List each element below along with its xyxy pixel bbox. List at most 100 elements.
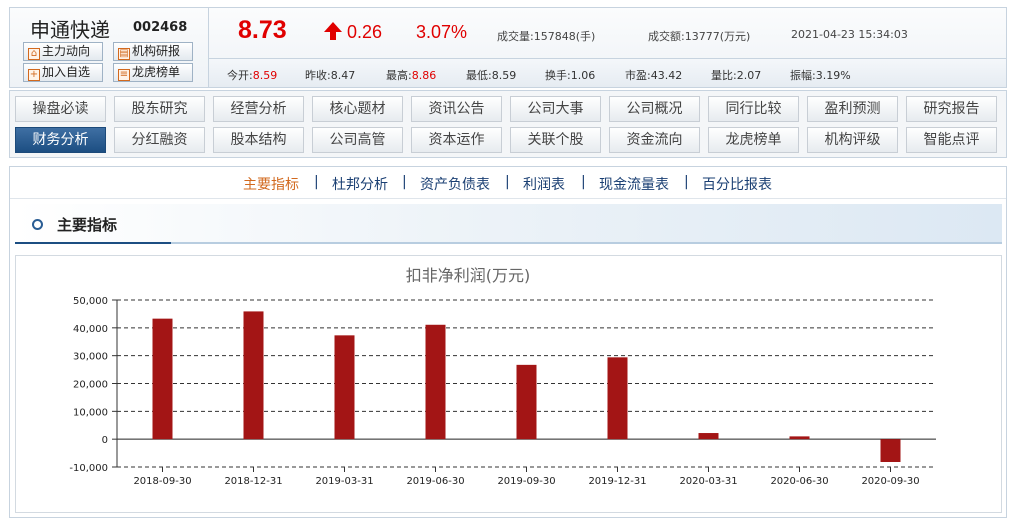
nav-item[interactable]: 经营分析 — [213, 96, 304, 122]
stat-high-label: 最高: — [386, 69, 412, 82]
subtab-cash-flow[interactable]: 现金流量表 — [599, 174, 669, 194]
section-underline — [15, 242, 171, 244]
subtab-separator: | — [581, 174, 586, 190]
circle-bullet-icon — [32, 219, 43, 230]
chart-bar — [789, 436, 810, 440]
nav-item[interactable]: 资讯公告 — [411, 96, 502, 122]
x-tick-label: 2018-12-31 — [224, 476, 282, 487]
subtab-separator: | — [505, 174, 510, 190]
subtab-separator: | — [684, 174, 689, 190]
chart-title: 扣非净利润(万元) — [406, 266, 531, 285]
price-change-percent: 3.07% — [416, 22, 468, 42]
chart-bar — [334, 335, 355, 440]
stock-name: 申通快递 — [30, 18, 110, 42]
chart-bar — [698, 433, 719, 440]
nav-item[interactable]: 同行比较 — [708, 96, 799, 122]
nav-item[interactable]: 关联个股 — [510, 127, 601, 153]
chart-bar — [152, 318, 173, 440]
subtab-balance-sheet[interactable]: 资产负债表 — [420, 174, 490, 194]
x-tick-label: 2019-09-30 — [497, 476, 555, 487]
subtab-separator: | — [402, 174, 407, 190]
nav-item[interactable]: 机构评级 — [807, 127, 898, 153]
nav-item[interactable]: 公司高管 — [312, 127, 403, 153]
chart-bar — [607, 357, 628, 440]
nav-item[interactable]: 龙虎榜单 — [708, 127, 799, 153]
volume-value: 157848(手) — [533, 30, 596, 43]
up-arrow-icon — [324, 22, 342, 40]
nav-item[interactable]: 公司概况 — [609, 96, 700, 122]
subtab-income-statement[interactable]: 利润表 — [523, 174, 565, 194]
institution-report-button[interactable]: ▤ 机构研报 — [113, 42, 193, 61]
section-header: 主要指标 — [15, 204, 1002, 244]
stat-prev-close-value: 8.47 — [330, 69, 356, 82]
amount-value: 13777(万元) — [684, 30, 751, 43]
stat-open-label: 今开: — [227, 69, 253, 82]
stat-high-value: 8.86 — [411, 69, 437, 82]
nav-item[interactable]: 操盘必读 — [15, 96, 106, 122]
dragon-tiger-label: 龙虎榜单 — [132, 65, 181, 79]
y-tick-label: 10,000 — [73, 407, 108, 418]
x-tick-label: 2019-06-30 — [406, 476, 464, 487]
x-tick-label: 2018-09-30 — [133, 476, 191, 487]
subtab-dupont[interactable]: 杜邦分析 — [332, 174, 388, 194]
content-panel: 主要指标 | 杜邦分析 | 资产负债表 | 利润表 | 现金流量表 | 百分比报… — [9, 166, 1007, 518]
stat-low: 最低:8.59 — [466, 67, 516, 83]
x-tick-label: 2020-03-31 — [679, 476, 737, 487]
x-tick-label: 2020-06-30 — [770, 476, 828, 487]
financial-subtabs: 主要指标 | 杜邦分析 | 资产负债表 | 利润表 | 现金流量表 | 百分比报… — [10, 167, 1006, 199]
nav-item[interactable]: 核心题材 — [312, 96, 403, 122]
chart-bar — [425, 324, 446, 440]
stock-identity-box: 申通快递 002468 ⌂ 主力动向 ▤ 机构研报 + 加入自选 ≡ 龙虎榜单 — [10, 8, 209, 87]
stat-prev-close-label: 昨收: — [305, 69, 331, 82]
plus-icon: + — [28, 69, 40, 81]
amount-info: 成交额:13777(万元) — [648, 28, 750, 44]
chart-y-axis: -10,000 0 10,000 20,000 30,000 40,000 50,000 — [69, 296, 118, 474]
stat-low-label: 最低: — [466, 69, 492, 82]
nav-item[interactable]: 资本运作 — [411, 127, 502, 153]
chart-x-axis: 2018-09-30 2018-12-31 2019-03-31 2019-06-30… — [133, 467, 920, 487]
stat-volume-ratio-value: 2.07 — [736, 69, 762, 82]
nav-item[interactable]: 盈利预测 — [807, 96, 898, 122]
x-tick-label: 2020-09-30 — [861, 476, 919, 487]
stat-open: 今开:8.59 — [227, 67, 277, 83]
nav-item[interactable]: 股本结构 — [213, 127, 304, 153]
nav-item[interactable]: 研究报告 — [906, 96, 997, 122]
main-force-button[interactable]: ⌂ 主力动向 — [23, 42, 103, 61]
stat-pe-label: 市盈: — [625, 69, 651, 82]
stat-low-value: 8.59 — [491, 69, 517, 82]
institution-report-label: 机构研报 — [132, 44, 181, 58]
stat-pe: 市盈:43.42 — [625, 67, 682, 83]
chart-bar — [516, 364, 537, 440]
nav-item[interactable]: 公司大事 — [510, 96, 601, 122]
add-watchlist-button[interactable]: + 加入自选 — [23, 63, 103, 82]
y-tick-label: 50,000 — [73, 296, 108, 307]
stat-volume-ratio: 量比:2.07 — [711, 67, 761, 83]
nav-item[interactable]: 股东研究 — [114, 96, 205, 122]
stat-prev-close: 昨收:8.47 — [305, 67, 355, 83]
subtab-key-indicators[interactable]: 主要指标 — [243, 174, 299, 194]
stat-amplitude-value: 3.19% — [815, 69, 851, 82]
stat-turnover-value: 1.06 — [570, 69, 596, 82]
subtab-percent-report[interactable]: 百分比报表 — [702, 174, 772, 194]
stat-open-value: 8.59 — [252, 69, 278, 82]
chart-container: 扣非净利润(万元) -10,000 0 10,000 20,000 30,000 40,0… — [15, 255, 1002, 513]
nav-item[interactable]: 分红融资 — [114, 127, 205, 153]
nav-item[interactable]: 资金流向 — [609, 127, 700, 153]
quote-datetime: 2021-04-23 15:34:03 — [791, 28, 908, 41]
report-icon: ▤ — [118, 48, 130, 60]
stat-volume-ratio-label: 量比: — [711, 69, 737, 82]
add-watchlist-label: 加入自选 — [42, 65, 91, 79]
nav-item-financial-analysis[interactable]: 财务分析 — [15, 127, 106, 153]
chart-bar — [880, 439, 901, 462]
y-tick-label: 20,000 — [73, 380, 108, 391]
nav-item[interactable]: 智能点评 — [906, 127, 997, 153]
dragon-tiger-button[interactable]: ≡ 龙虎榜单 — [113, 63, 193, 82]
y-tick-label: 30,000 — [73, 352, 108, 363]
subtab-separator: | — [314, 174, 319, 190]
price-change: 0.26 — [347, 22, 383, 42]
stat-turnover: 换手:1.06 — [545, 67, 595, 83]
stat-amplitude-label: 振幅: — [790, 69, 816, 82]
stock-header: 申通快递 002468 ⌂ 主力动向 ▤ 机构研报 + 加入自选 ≡ 龙虎榜单 8.73… — [9, 7, 1007, 88]
volume-label: 成交量: — [497, 30, 534, 43]
net-profit-chart: 扣非净利润(万元) -10,000 0 10,000 20,000 30,000 40,0… — [69, 266, 936, 487]
